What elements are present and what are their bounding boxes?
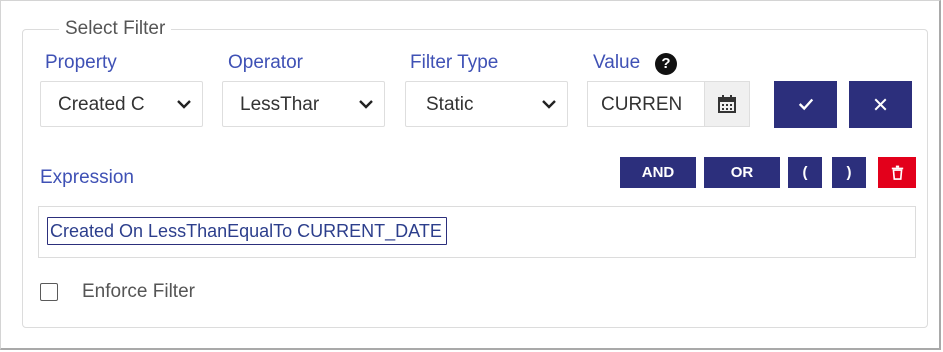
chevron-down-icon — [359, 100, 373, 109]
value-label: Value — [593, 52, 641, 73]
and-button[interactable]: AND — [620, 157, 696, 188]
property-label: Property — [45, 52, 117, 73]
confirm-button[interactable] — [774, 81, 837, 128]
expression-text[interactable]: Created On LessThanEqualTo CURRENT_DATE — [47, 217, 447, 245]
expression-box[interactable]: Created On LessThanEqualTo CURRENT_DATE — [38, 206, 916, 258]
operator-label: Operator — [228, 52, 303, 73]
calendar-button[interactable] — [704, 82, 749, 126]
select-filter-legend: Select Filter — [65, 18, 166, 39]
chevron-down-icon — [542, 100, 556, 109]
help-icon[interactable]: ? — [655, 53, 677, 75]
filter-type-label: Filter Type — [410, 52, 499, 73]
filter-type-select-value: Static — [426, 94, 474, 115]
open-paren-button[interactable]: ( — [788, 157, 822, 188]
property-select-value: Created C — [58, 94, 145, 115]
check-icon — [798, 98, 813, 111]
delete-expression-button[interactable] — [878, 157, 916, 188]
calendar-icon — [718, 95, 736, 113]
close-icon — [874, 98, 887, 111]
filter-type-select[interactable]: Static — [405, 81, 568, 127]
chevron-down-icon — [177, 100, 191, 109]
expression-label: Expression — [40, 167, 134, 188]
enforce-filter-checkbox[interactable] — [40, 283, 58, 301]
value-input[interactable]: CURREN — [587, 81, 750, 127]
enforce-filter-label: Enforce Filter — [82, 281, 195, 302]
or-button[interactable]: OR — [704, 157, 780, 188]
operator-select-value: LessThar — [240, 94, 320, 115]
cancel-button[interactable] — [849, 81, 912, 128]
value-input-text: CURREN — [601, 94, 683, 115]
property-select[interactable]: Created C — [40, 81, 203, 127]
trash-icon — [891, 165, 903, 180]
operator-select[interactable]: LessThar — [222, 81, 385, 127]
close-paren-button[interactable]: ) — [832, 157, 866, 188]
